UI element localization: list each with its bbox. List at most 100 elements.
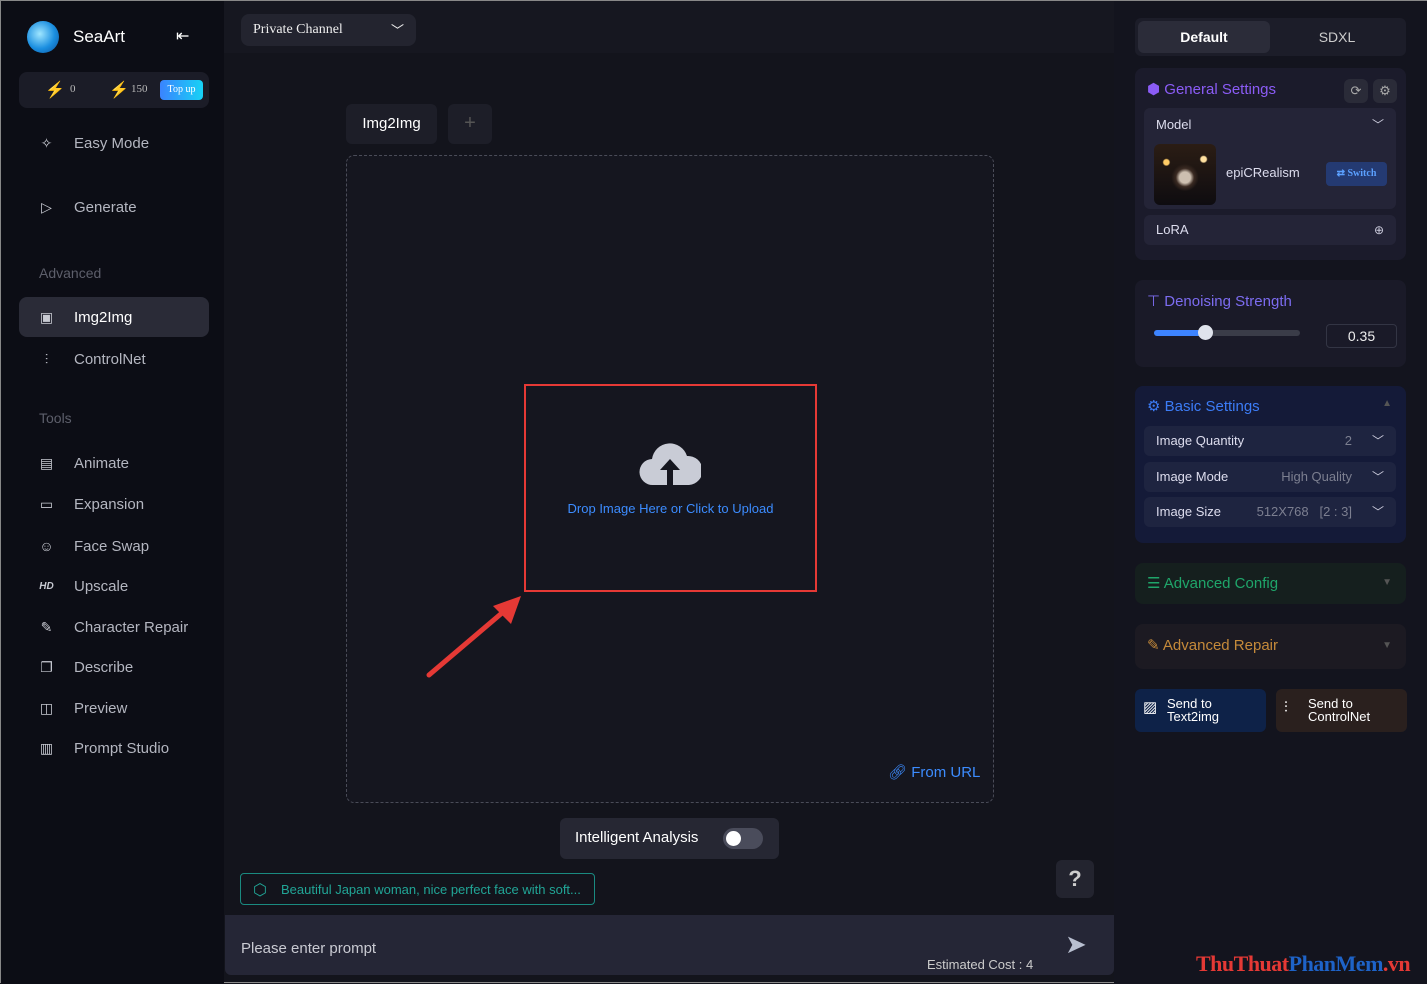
caret-up-icon[interactable]: ▲ [1382,398,1392,409]
expand-icon: ▭ [39,495,54,512]
nav-face-swap[interactable]: ☺ Face Swap [19,526,209,566]
switch-label: Switch [1347,168,1377,179]
denoising-slider[interactable] [1154,325,1300,340]
image-size-select[interactable]: Image Size 512X768 [2 : 3] ﹀ [1144,497,1396,527]
intelligent-analysis: Intelligent Analysis [560,818,779,859]
nav-preview[interactable]: ◫ Preview [19,688,209,728]
credits-bar: ⚡ 0 ⚡ 150 Top up [19,72,209,108]
general-settings-header: ⬢ General Settings [1147,80,1276,98]
config-icon: ☰ [1147,575,1161,592]
preview-icon: ◫ [39,699,54,716]
sparkle-icon: ✧ [40,134,53,151]
watermark: ThuThuatPhanMem.vn [1196,951,1411,976]
image-text-icon: ▨ [1143,699,1158,716]
tab-default[interactable]: Default [1138,21,1270,53]
switch-model-button[interactable]: ⇄ Switch [1326,162,1387,186]
image-mode-select[interactable]: Image Mode High Quality ﹀ [1144,462,1396,492]
paint-roller-icon: ⊤ [1147,293,1161,310]
nav-label: Prompt Studio [74,739,170,757]
model-name: epiCRealism [1226,165,1300,180]
nav-upscale[interactable]: HD Upscale [19,566,209,606]
gif-icon: ▤ [39,454,54,471]
nav-describe[interactable]: ❐ Describe [19,647,209,687]
studio-icon: ▥ [39,739,54,756]
chevron-down-icon: ﹀ [1371,470,1384,484]
nav-label: Generate [74,198,137,216]
plus-icon[interactable]: ⊕ [1374,215,1384,245]
send-to-controlnet-button[interactable]: ⫶ Send to ControlNet [1276,689,1407,732]
play-icon: ▷ [41,198,52,215]
nav-generate[interactable]: ▷ Generate [19,187,209,227]
from-url-link[interactable]: 🔗︎ From URL [888,763,980,781]
sidebar: SeaArt ⇤ ⚡ 0 ⚡ 150 Top up ✧ Easy Mode ▷ Ge… [1,1,224,984]
image-icon: ▣ [39,308,54,325]
nav-expansion[interactable]: ▭ Expansion [19,484,209,524]
nav-character-repair[interactable]: ✎ Character Repair [19,607,209,647]
gear-icon: ⚙ [1147,398,1161,415]
add-tab-button[interactable]: + [448,104,492,144]
nav-controlnet[interactable]: ⫶ ControlNet [19,339,209,379]
nav-label: Animate [74,454,130,472]
gear-icon[interactable]: ⚙ [1373,79,1397,103]
chevron-down-icon: ﹀ [1371,118,1384,132]
book-icon: ❐ [40,658,53,675]
wrench-icon: ✎ [1147,637,1160,654]
nav-easy-mode[interactable]: ✧ Easy Mode [19,123,209,163]
channel-select[interactable]: Private Channel ﹀ [241,14,416,46]
top-up-button[interactable]: Top up [160,80,203,100]
annotation-arrow [426,596,521,678]
estimated-cost: Estimated Cost : 4 [927,957,1034,972]
lora-row[interactable]: LoRA ⊕ [1144,215,1396,245]
advanced-config-header: ☰ Advanced Config [1147,574,1278,592]
basic-settings-header[interactable]: ⚙ Basic Settings [1147,397,1260,415]
send-icon[interactable]: ➤ [1065,929,1087,960]
chevron-down-icon: ﹀ [1371,434,1384,448]
nav-animate[interactable]: ▤ Animate [19,443,209,483]
intelligent-analysis-toggle[interactable] [723,828,763,849]
row-label: Image Size [1156,504,1222,519]
model-label: Model [1156,117,1192,132]
help-button[interactable]: ? [1056,860,1094,898]
chevron-down-icon: ﹀ [1371,505,1384,519]
face-icon: ☺ [39,538,54,554]
denoising-panel: ⊤ Denoising Strength 0.35 [1135,280,1406,367]
section-advanced: Advanced [39,265,102,281]
advanced-repair-header: ✎ Advanced Repair [1147,636,1278,654]
nav-img2img[interactable]: ▣ Img2Img [19,297,209,337]
slider-handle[interactable] [1198,325,1214,340]
basic-settings-title: Basic Settings [1164,398,1260,415]
collapse-left-icon[interactable]: ⇤ [176,26,189,46]
advanced-config-panel[interactable]: ☰ Advanced Config ▼ [1135,563,1406,604]
denoising-value-input[interactable]: 0.35 [1326,324,1397,348]
intelligent-analysis-label: Intelligent Analysis [575,829,699,846]
stamina-icon: ⚡ [45,82,65,99]
nav-label: Character Repair [74,618,189,636]
nav-label: Describe [74,658,134,676]
brand-name: SeaArt [73,27,125,46]
prompt-input[interactable]: Please enter prompt Estimated Cost : 4 ➤ [225,915,1114,975]
suggestion-text: Beautiful Japan woman, nice perfect face… [281,882,581,897]
nav-label: Expansion [74,495,145,513]
refresh-icon[interactable]: ⟳ [1344,79,1368,103]
nav-label: ControlNet [74,350,146,368]
model-select[interactable]: Model ﹀ epiCRealism ⇄ Switch [1144,108,1396,209]
tab-sdxl[interactable]: SDXL [1271,21,1403,53]
wrench-icon: ✎ [40,618,53,635]
caret-down-icon: ▼ [1382,577,1392,588]
prompt-suggestion[interactable]: ⬡ Beautiful Japan woman, nice perfect fac… [240,873,595,905]
row-value: 512X768 [2 : 3] [1256,504,1352,519]
seaart-logo [27,21,59,53]
lora-label: LoRA [1156,222,1189,237]
send-to-text2img-button[interactable]: ▨ Send to Text2img [1135,689,1266,732]
nav-prompt-studio[interactable]: ▥ Prompt Studio [19,728,209,768]
link-icon: 🔗︎ [888,764,908,781]
advanced-repair-panel[interactable]: ✎ Advanced Repair ▼ [1135,624,1406,669]
prompt-placeholder: Please enter prompt [241,940,377,957]
dice-icon: ⬡ [253,882,267,899]
tab-img2img[interactable]: Img2Img [346,104,437,144]
denoising-title: Denoising Strength [1164,293,1292,310]
cube-icon: ⬢ [1147,81,1161,98]
image-quantity-select[interactable]: Image Quantity 2 ﹀ [1144,426,1396,456]
row-label: Image Mode [1156,469,1229,484]
stamina-count: 0 [70,83,76,95]
